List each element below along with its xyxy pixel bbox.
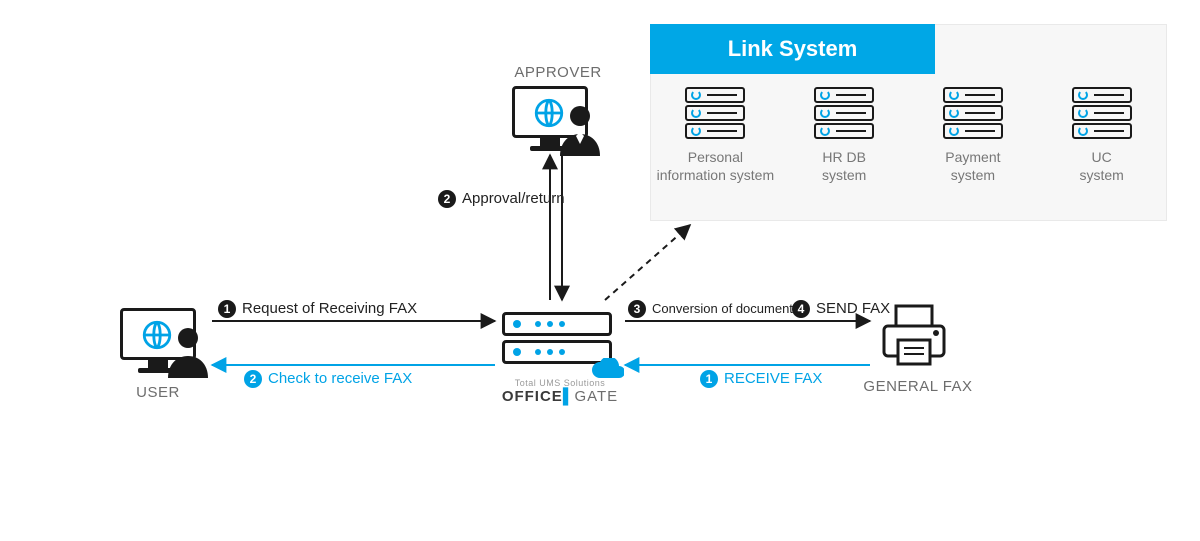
- computer-user-icon: [512, 86, 602, 156]
- server-unit-icon: [502, 312, 612, 336]
- flow-convert: 3Conversion of document: [628, 300, 793, 318]
- approver-caption: APPROVER: [498, 64, 618, 81]
- diagram-canvas: Link System Personal information system …: [0, 0, 1200, 541]
- flow-convert-text: Conversion of document: [652, 301, 793, 316]
- link-system-title: Link System: [650, 24, 935, 74]
- system-uc: UC system: [1042, 87, 1162, 184]
- person-icon: [166, 326, 210, 378]
- approver-node: [512, 86, 602, 156]
- computer-user-icon: [120, 308, 210, 378]
- gateway-name-a: OFFICE: [502, 388, 563, 405]
- server-rack-icon: [814, 87, 874, 141]
- server-rack-icon: [685, 87, 745, 141]
- flow-receive: 1RECEIVE FAX: [700, 370, 822, 388]
- flow-send: 4SEND FAX: [792, 300, 890, 318]
- fax-caption: GENERAL FAX: [858, 378, 978, 395]
- flow-receive-text: RECEIVE FAX: [724, 370, 822, 387]
- server-rack-icon: [943, 87, 1003, 141]
- system-label: HR DB system: [822, 149, 866, 184]
- link-system-grid: Personal information system HR DB system…: [651, 87, 1166, 184]
- user-caption: USER: [108, 384, 208, 401]
- flow-approval: 2Approval/return: [438, 190, 565, 208]
- system-label: UC system: [1079, 149, 1123, 184]
- cloud-icon: [590, 358, 624, 380]
- flow-approval-text: Approval/return: [462, 190, 565, 207]
- system-payment: Payment system: [913, 87, 1033, 184]
- flow-check-text: Check to receive FAX: [268, 370, 412, 387]
- link-system-panel: Link System Personal information system …: [650, 24, 1167, 221]
- flow-send-text: SEND FAX: [816, 300, 890, 317]
- system-personal-info: Personal information system: [655, 87, 775, 184]
- person-icon: [558, 104, 602, 156]
- gateway-name-b: GATE: [574, 388, 618, 405]
- gateway-tagline: Total UMS Solutions: [490, 378, 630, 388]
- flow-check: 2Check to receive FAX: [244, 370, 412, 388]
- system-hr-db: HR DB system: [784, 87, 904, 184]
- server-rack-icon: [1072, 87, 1132, 141]
- flow-request-text: Request of Receiving FAX: [242, 300, 417, 317]
- office-gate-logo: Total UMS Solutions OFFICE▌GATE: [490, 378, 630, 405]
- system-label: Payment system: [945, 149, 1000, 184]
- user-node: [120, 308, 210, 378]
- system-label: Personal information system: [657, 149, 774, 184]
- flow-request: 1Request of Receiving FAX: [218, 300, 417, 318]
